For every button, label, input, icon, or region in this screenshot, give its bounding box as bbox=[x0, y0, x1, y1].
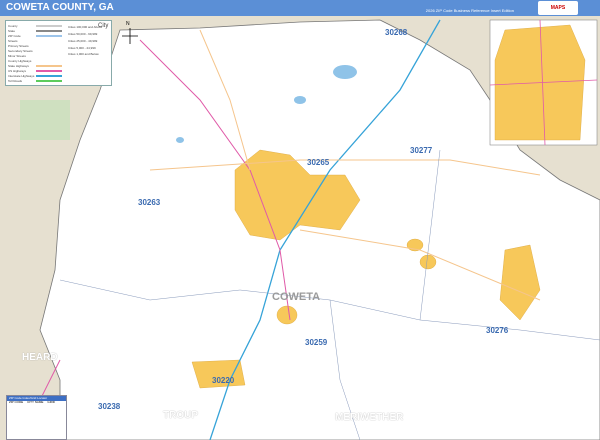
legend-item: Interstate Highways bbox=[8, 74, 35, 78]
zip-label: 30263 bbox=[138, 198, 161, 207]
column-header: ZIP CODE bbox=[9, 400, 24, 404]
zip-label: 30220 bbox=[212, 376, 235, 385]
map-title: COWETA COUNTY, GA bbox=[6, 2, 114, 13]
legend-item: Secondary Streets bbox=[8, 49, 33, 53]
legend-swatch bbox=[36, 30, 62, 32]
zip-index-table: ZIP Code Index/Grid Locator ZIP CODE CIT… bbox=[6, 395, 67, 440]
logo: MAPS bbox=[538, 1, 578, 15]
legend-swatch bbox=[36, 25, 62, 27]
county-label-coweta: COWETA bbox=[272, 291, 321, 303]
park-area bbox=[20, 100, 70, 140]
column-header: CITY NAME bbox=[27, 400, 44, 404]
county-label-meriwether: MERIWETHER bbox=[335, 412, 404, 423]
legend-swatch bbox=[36, 65, 62, 67]
zip-index-header: ZIP CODE CITY NAME GRID bbox=[7, 400, 66, 405]
legend-swatch bbox=[36, 80, 62, 82]
county-label-troup: TROUP bbox=[163, 410, 198, 421]
legend-population: Cities 50,000 - 99,999 bbox=[68, 32, 98, 36]
legend-item: County bbox=[8, 24, 18, 28]
legend-item: Minor Streets bbox=[8, 54, 26, 58]
map-legend: County State ZIP Code Streets Primary St… bbox=[5, 20, 112, 86]
zip-label: 30238 bbox=[98, 402, 121, 411]
compass-label: N bbox=[126, 21, 130, 27]
legend-swatch bbox=[36, 70, 62, 72]
zip-label: 30259 bbox=[305, 338, 328, 347]
legend-swatch bbox=[36, 35, 62, 37]
zip-label: 30268 bbox=[385, 28, 408, 37]
legend-item: Primary Streets bbox=[8, 44, 29, 48]
legend-item: Streets bbox=[8, 39, 18, 43]
county-label-heard: HEARD bbox=[22, 352, 58, 363]
legend-swatch bbox=[36, 75, 62, 77]
legend-item: ZIP Code bbox=[8, 34, 21, 38]
zip-label: 30265 bbox=[307, 158, 330, 167]
legend-item: US Highways bbox=[8, 69, 27, 73]
column-header: GRID bbox=[47, 400, 55, 404]
legend-item: Toll Roads bbox=[8, 79, 23, 83]
legend-population: Cities 25,000 - 49,999 bbox=[68, 39, 98, 43]
zip-label: 30277 bbox=[410, 146, 433, 155]
legend-city-sample: City bbox=[98, 23, 109, 29]
legend-population: Cities 5,000 - 24,999 bbox=[68, 46, 96, 50]
legend-item: State bbox=[8, 29, 16, 33]
legend-item: County Highways bbox=[8, 59, 32, 63]
legend-population: Cities 1,000 and Below bbox=[68, 52, 99, 56]
legend-item: State Highways bbox=[8, 64, 29, 68]
header-bar: COWETA COUNTY, GA 2026 ZIP Code Business… bbox=[0, 0, 600, 16]
zip-label: 30276 bbox=[486, 326, 509, 335]
edition-label: 2026 ZIP Code Business Reference Insert … bbox=[425, 8, 514, 13]
